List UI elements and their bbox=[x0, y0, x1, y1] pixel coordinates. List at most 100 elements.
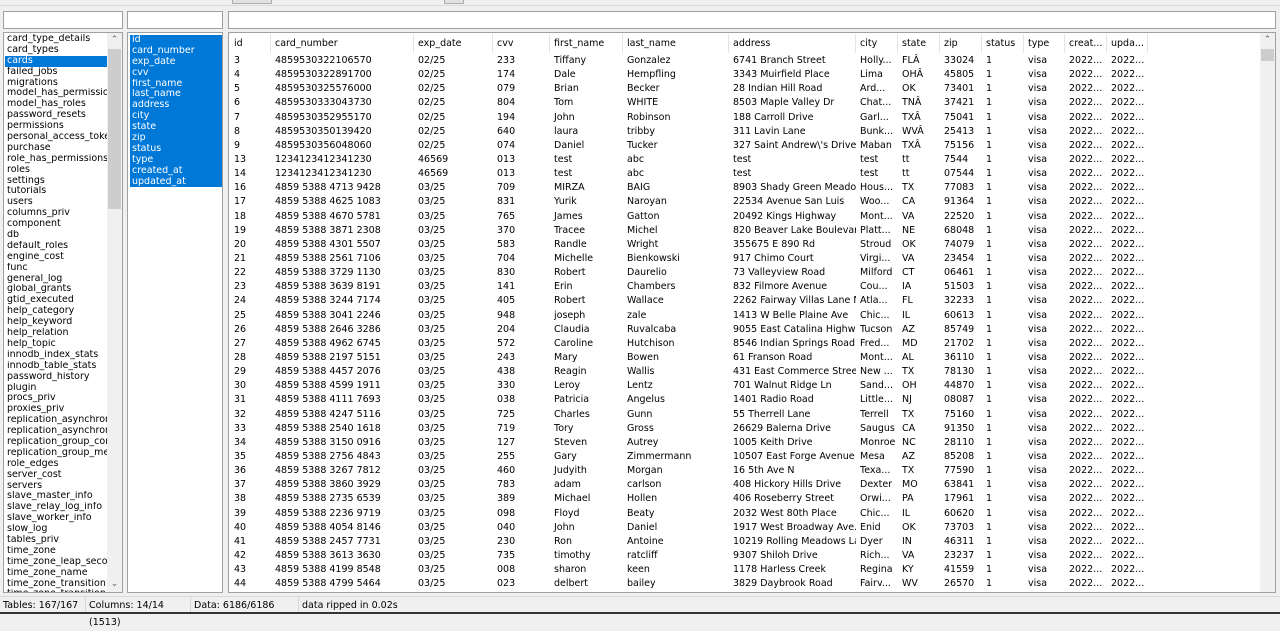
table-list-item[interactable]: users bbox=[5, 197, 107, 208]
table-row[interactable]: 26 4859 5388 2646 3286 03/25 204 Claudia Ruva… bbox=[230, 323, 1259, 337]
cell-state[interactable]: CA bbox=[898, 195, 940, 209]
cell-updated-at[interactable]: 2022... bbox=[1107, 309, 1148, 323]
tables-list[interactable]: card_type_details card_types cards failed_j… bbox=[5, 34, 107, 592]
cell-address[interactable]: 1917 West Broadway Ave... bbox=[729, 521, 856, 535]
cell-state[interactable]: AL bbox=[898, 351, 940, 365]
cell-updated-at[interactable]: 2022... bbox=[1107, 408, 1148, 422]
cell-created-at[interactable]: 2022... bbox=[1065, 549, 1107, 563]
column-header[interactable]: city bbox=[856, 34, 898, 53]
cell-card-number[interactable]: 4859 5388 2540 1618 bbox=[271, 422, 414, 436]
cell-first-name[interactable]: Erin bbox=[550, 280, 623, 294]
cell-created-at[interactable]: 2022... bbox=[1065, 111, 1107, 125]
cell-created-at[interactable]: 2022... bbox=[1065, 464, 1107, 478]
cell-created-at[interactable]: 2022... bbox=[1065, 507, 1107, 521]
cell-type[interactable]: visa bbox=[1024, 379, 1065, 393]
cell-first-name[interactable]: Robert bbox=[550, 294, 623, 308]
cell-created-at[interactable]: 2022... bbox=[1065, 422, 1107, 436]
column-list-item[interactable]: address bbox=[130, 100, 222, 111]
cell-created-at[interactable]: 2022... bbox=[1065, 521, 1107, 535]
cell-address[interactable]: 1005 Keith Drive bbox=[729, 436, 856, 450]
table-row[interactable]: 39 4859 5388 2236 9719 03/25 098 Floyd Beaty 2… bbox=[230, 507, 1259, 521]
cell-status[interactable]: 1 bbox=[982, 294, 1024, 308]
cell-last-name[interactable]: bailey bbox=[623, 577, 729, 591]
cell-id[interactable]: 3 bbox=[230, 54, 271, 68]
cell-id[interactable]: 44 bbox=[230, 577, 271, 591]
cell-cvv[interactable]: 008 bbox=[493, 563, 550, 577]
cell-city[interactable]: Regina bbox=[856, 563, 898, 577]
cell-last-name[interactable]: Michel bbox=[623, 224, 729, 238]
cell-address[interactable]: 8546 Indian Springs Road bbox=[729, 337, 856, 351]
column-header[interactable]: last_name bbox=[623, 34, 729, 53]
cell-state[interactable]: IL bbox=[898, 309, 940, 323]
cell-card-number[interactable]: 4859530350139420 bbox=[271, 125, 414, 139]
cell-created-at[interactable]: 2022... bbox=[1065, 323, 1107, 337]
cell-city[interactable]: Platt... bbox=[856, 224, 898, 238]
table-row[interactable]: 27 4859 5388 4962 6745 03/25 572 Caroline Hut… bbox=[230, 337, 1259, 351]
cell-id[interactable]: 6 bbox=[230, 96, 271, 110]
cell-updated-at[interactable]: 2022... bbox=[1107, 422, 1148, 436]
table-list-item[interactable]: engine_cost bbox=[5, 252, 107, 263]
cell-state[interactable]: NC bbox=[898, 436, 940, 450]
cell-zip[interactable]: 08087 bbox=[940, 393, 982, 407]
cell-created-at[interactable]: 2022... bbox=[1065, 563, 1107, 577]
cell-type[interactable]: visa bbox=[1024, 125, 1065, 139]
cell-status[interactable]: 1 bbox=[982, 337, 1024, 351]
cell-card-number[interactable]: 4859 5388 2457 7731 bbox=[271, 535, 414, 549]
cell-state[interactable]: OK bbox=[898, 238, 940, 252]
table-list-item[interactable]: failed_jobs bbox=[5, 67, 107, 78]
table-list-item[interactable]: help_category bbox=[5, 306, 107, 317]
cell-id[interactable]: 28 bbox=[230, 351, 271, 365]
cell-card-number[interactable]: 4859530333043730 bbox=[271, 96, 414, 110]
cell-cvv[interactable]: 704 bbox=[493, 252, 550, 266]
cell-first-name[interactable]: John bbox=[550, 111, 623, 125]
cell-type[interactable]: visa bbox=[1024, 507, 1065, 521]
table-row[interactable]: 3 4859530322106570 02/25 233 Tiffany Gonzalez… bbox=[230, 54, 1259, 68]
cell-type[interactable]: visa bbox=[1024, 436, 1065, 450]
cell-state[interactable]: VA bbox=[898, 549, 940, 563]
cell-first-name[interactable]: Floyd bbox=[550, 507, 623, 521]
cell-state[interactable]: tt bbox=[898, 153, 940, 167]
cell-updated-at[interactable]: 2022... bbox=[1107, 577, 1148, 591]
cell-state[interactable]: OHÂ bbox=[898, 68, 940, 82]
cell-last-name[interactable]: Bowen bbox=[623, 351, 729, 365]
column-header[interactable]: upda... bbox=[1107, 34, 1148, 53]
cell-address[interactable]: 8503 Maple Valley Dr bbox=[729, 96, 856, 110]
cell-city[interactable]: Orwi... bbox=[856, 492, 898, 506]
cell-exp-date[interactable]: 02/25 bbox=[414, 82, 493, 96]
cell-cvv[interactable]: 831 bbox=[493, 195, 550, 209]
table-list-item[interactable]: slave_worker_info bbox=[5, 513, 107, 524]
cell-state[interactable]: OH bbox=[898, 379, 940, 393]
cell-type[interactable]: visa bbox=[1024, 224, 1065, 238]
cell-first-name[interactable]: Patricia bbox=[550, 393, 623, 407]
cell-cvv[interactable]: 640 bbox=[493, 125, 550, 139]
grid-scrollbar[interactable]: ⌃ bbox=[1260, 33, 1275, 592]
table-row[interactable]: 25 4859 5388 3041 2246 03/25 948 joseph zale 1… bbox=[230, 309, 1259, 323]
cell-exp-date[interactable]: 03/25 bbox=[414, 478, 493, 492]
cell-type[interactable]: visa bbox=[1024, 210, 1065, 224]
cell-card-number[interactable]: 4859 5388 3860 3929 bbox=[271, 478, 414, 492]
cell-exp-date[interactable]: 03/25 bbox=[414, 436, 493, 450]
cell-status[interactable]: 1 bbox=[982, 167, 1024, 181]
cell-first-name[interactable]: joseph bbox=[550, 309, 623, 323]
cell-cvv[interactable]: 460 bbox=[493, 464, 550, 478]
cell-last-name[interactable]: Morgan bbox=[623, 464, 729, 478]
cell-updated-at[interactable]: 2022... bbox=[1107, 68, 1148, 82]
table-list-item[interactable]: time_zone_transition_typ bbox=[5, 589, 107, 592]
cell-exp-date[interactable]: 03/25 bbox=[414, 195, 493, 209]
cell-updated-at[interactable]: 2022... bbox=[1107, 507, 1148, 521]
column-header[interactable]: exp_date bbox=[414, 34, 493, 53]
cell-card-number[interactable]: 4859530325576000 bbox=[271, 82, 414, 96]
cell-card-number[interactable]: 4859 5388 4625 1083 bbox=[271, 195, 414, 209]
cell-status[interactable]: 1 bbox=[982, 365, 1024, 379]
cell-status[interactable]: 1 bbox=[982, 68, 1024, 82]
cell-zip[interactable]: 68048 bbox=[940, 224, 982, 238]
cell-updated-at[interactable]: 2022... bbox=[1107, 535, 1148, 549]
cell-cvv[interactable]: 389 bbox=[493, 492, 550, 506]
table-list-item[interactable]: help_topic bbox=[5, 339, 107, 350]
cell-first-name[interactable]: test bbox=[550, 167, 623, 181]
table-list-item[interactable]: replication_asynchronous bbox=[5, 415, 107, 426]
cell-city[interactable]: Lima bbox=[856, 68, 898, 82]
scroll-thumb[interactable] bbox=[1261, 49, 1274, 61]
cell-city[interactable]: Ard... bbox=[856, 82, 898, 96]
cell-city[interactable]: Bunk... bbox=[856, 125, 898, 139]
